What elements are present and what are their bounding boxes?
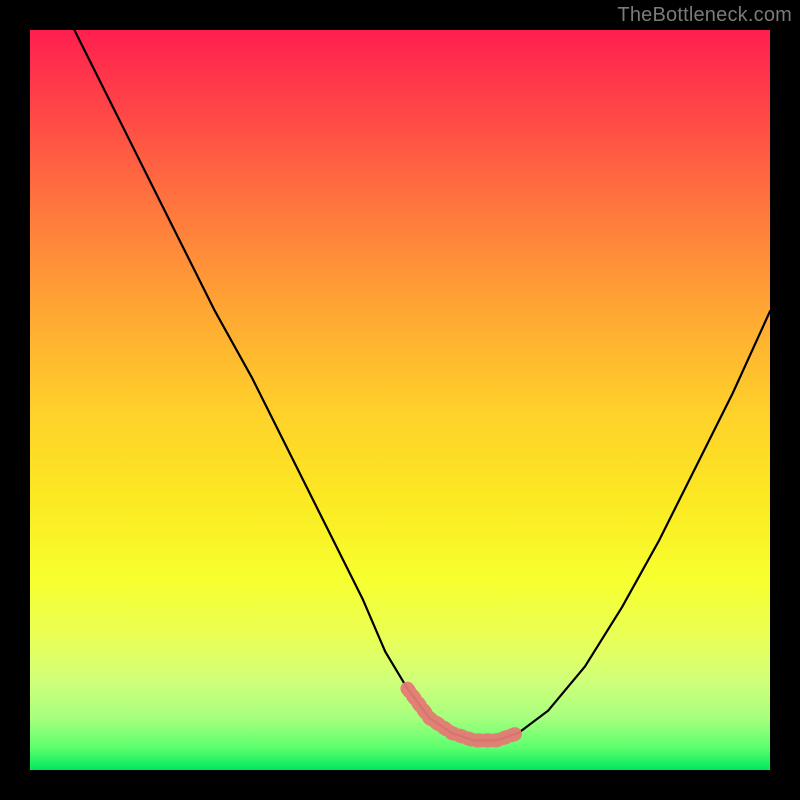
plot-area [30,30,770,770]
chart-frame: TheBottleneck.com [0,0,800,800]
bottom-fuzzy-segment [407,689,518,741]
watermark-text: TheBottleneck.com [617,4,792,27]
curve-line [74,30,770,740]
chart-svg [30,30,770,770]
